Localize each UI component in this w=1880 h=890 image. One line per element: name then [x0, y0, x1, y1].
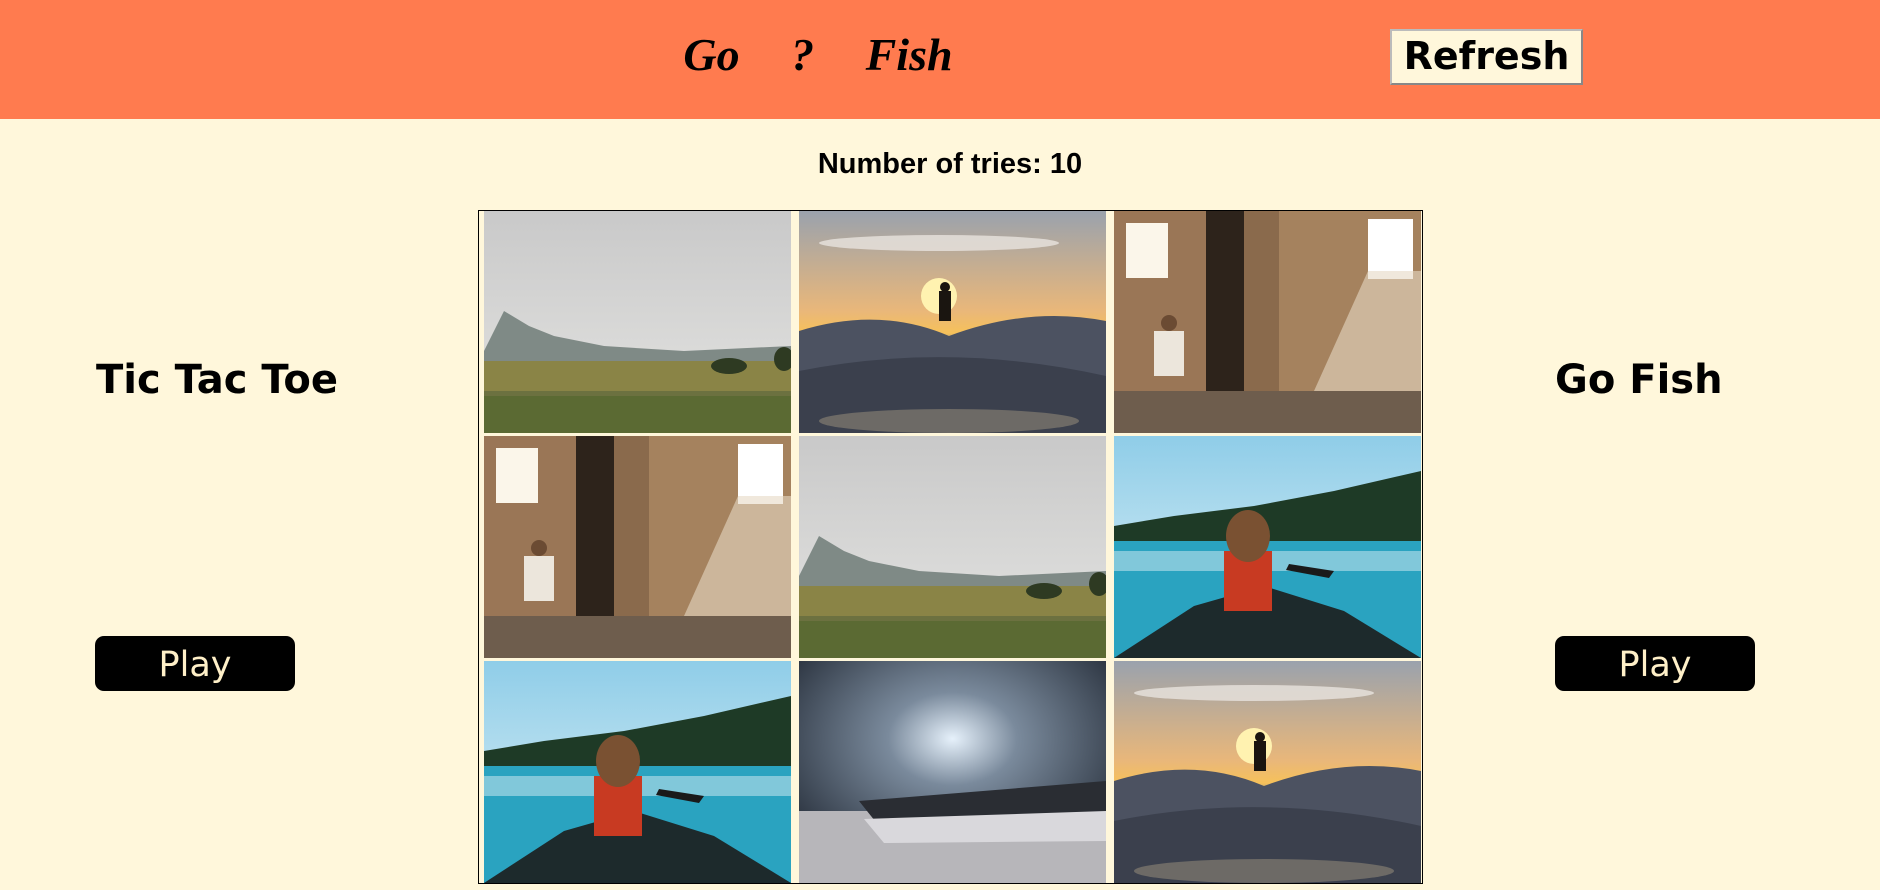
- header-bar: Go ? Fish Refresh: [0, 0, 1880, 119]
- card-meadow[interactable]: [799, 436, 1106, 658]
- card-sunlit-room[interactable]: [1114, 211, 1421, 433]
- play-go-fish-button[interactable]: Play: [1555, 636, 1755, 691]
- tries-counter: Number of tries: 10: [817, 148, 1083, 180]
- card-skatepark[interactable]: [799, 211, 1106, 433]
- card-canoe-lake[interactable]: [1114, 436, 1421, 658]
- tic-tac-toe-title: Tic Tac Toe: [96, 357, 338, 403]
- card-skatepark[interactable]: [1114, 661, 1421, 883]
- card-canoe-lake[interactable]: [484, 661, 791, 883]
- card-meadow[interactable]: [484, 211, 791, 433]
- card-sunlit-room[interactable]: [484, 436, 791, 658]
- refresh-button[interactable]: Refresh: [1390, 29, 1583, 85]
- card-phone-closeup[interactable]: [799, 661, 1106, 883]
- play-tic-tac-toe-button[interactable]: Play: [95, 636, 295, 691]
- card-board: [478, 210, 1423, 884]
- go-fish-title: Go Fish: [1555, 357, 1723, 403]
